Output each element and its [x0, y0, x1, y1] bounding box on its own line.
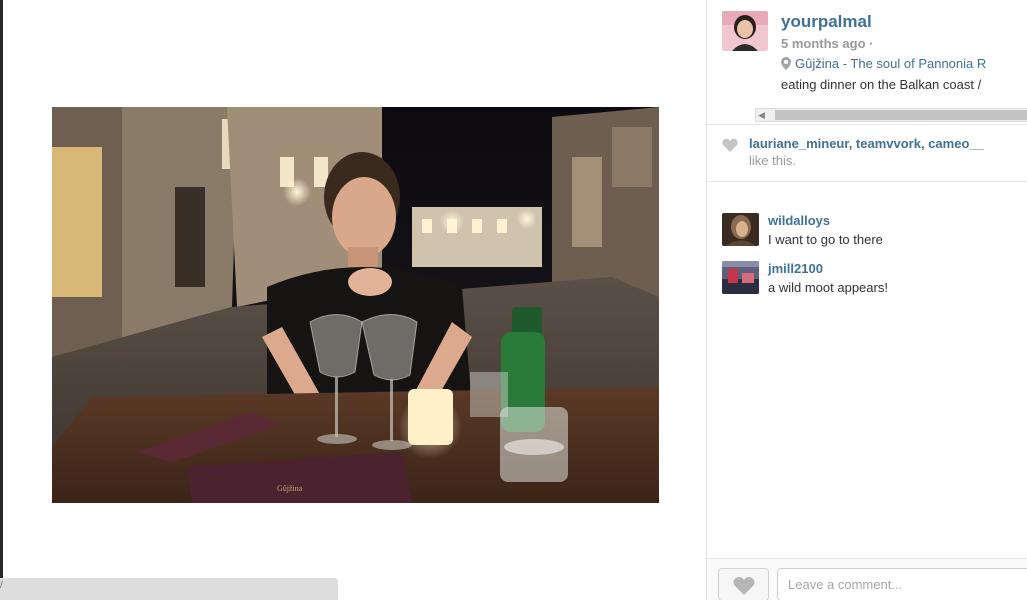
menu-cover-text: Gûjžina	[277, 484, 303, 493]
comment-footer	[707, 558, 1027, 600]
post-caption: eating dinner on the Balkan coast /	[781, 77, 982, 92]
post-header: yourpalmal 5 months ago · Gûjžina - The …	[707, 0, 1027, 125]
likers-list[interactable]: lauriane_mineur, teamvvork, cameo__	[749, 136, 1027, 151]
comment-username[interactable]: wildalloys	[768, 213, 830, 228]
likes-suffix: like this.	[749, 153, 796, 168]
like-button[interactable]	[718, 568, 769, 600]
comment-text: a wild moot appears!	[768, 280, 888, 295]
map-pin-icon	[781, 57, 791, 70]
location-label: Gûjžina - The soul of Pannonia R	[795, 56, 987, 71]
post-photo[interactable]: Gûjžina	[52, 107, 659, 503]
window-edge	[0, 0, 3, 600]
avatar[interactable]	[722, 11, 768, 51]
photo-pane: Gûjžina /	[0, 0, 706, 600]
comment-text: I want to go to there	[768, 232, 883, 247]
post-location[interactable]: Gûjžina - The soul of Pannonia R	[781, 56, 1027, 71]
scroll-left-arrow-icon[interactable]: ◀	[758, 109, 765, 121]
scrollbar-thumb[interactable]	[775, 110, 1027, 120]
horizontal-scrollbar[interactable]	[0, 578, 338, 600]
heart-icon	[733, 577, 755, 595]
comment-item: wildalloys I want to go to there	[722, 213, 1022, 249]
post-sidebar: yourpalmal 5 months ago · Gûjžina - The …	[706, 0, 1027, 600]
likes-section: lauriane_mineur, teamvvork, cameo__ like…	[707, 125, 1027, 182]
heart-icon	[722, 138, 738, 152]
comment-username[interactable]: jmill2100	[768, 261, 823, 276]
comment-input[interactable]	[777, 568, 1027, 600]
post-time[interactable]: 5 months ago ·	[781, 36, 873, 51]
photo-scene: Gûjžina	[52, 107, 659, 503]
avatar[interactable]	[722, 261, 759, 294]
post-username[interactable]: yourpalmal	[781, 12, 872, 32]
avatar[interactable]	[722, 213, 759, 246]
scroll-left-arrow-icon[interactable]: /	[0, 580, 3, 591]
caption-scrollbar[interactable]: ◀	[755, 108, 1027, 122]
comment-item: jmill2100 a wild moot appears!	[722, 261, 1022, 297]
